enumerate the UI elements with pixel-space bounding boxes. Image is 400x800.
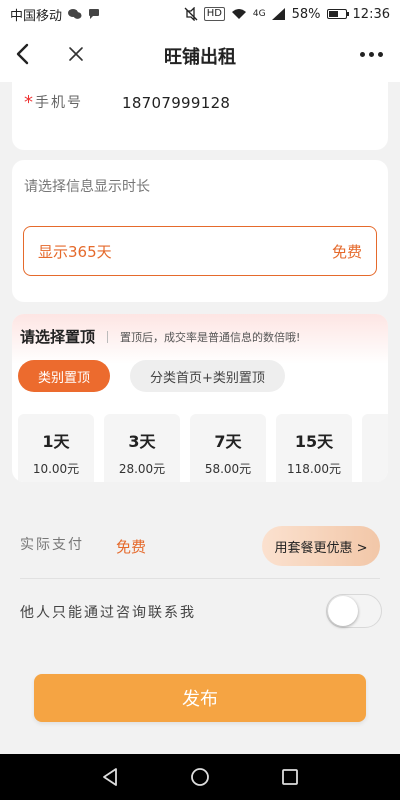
day-option-days: 1天 [42,432,70,451]
contact-only-toggle[interactable] [326,594,382,628]
system-back-icon[interactable] [98,765,122,789]
tab-category-top[interactable]: 类别置顶 [18,360,111,392]
duration-option[interactable]: 显示365天 免费 [23,226,377,276]
pin-top-card: 请选择置顶 置顶后，成交率是普通信息的数倍哦! 类别置顶 分类首页+类别置顶 1… [12,314,388,482]
day-option-price: 28.00元 [118,462,166,476]
phone-card: * 手机号 18707999128 [12,82,388,150]
duration-card: 请选择信息显示时长 显示365天 免费 [12,160,388,302]
header-divider [107,330,109,343]
carrier-name: 中国移动 [10,8,63,24]
pin-top-header: 请选择置顶 置顶后，成交率是普通信息的数倍哦! [20,326,300,347]
network-type-badge: 4G [252,9,266,19]
duration-option-label: 显示365天 [38,242,112,261]
day-option-7[interactable]: 7天 58.00元 [190,414,266,482]
contact-only-label: 他人只能通过咨询联系我 [20,605,196,621]
day-option-days: 7天 [214,432,242,451]
pin-top-subtitle: 置顶后，成交率是普通信息的数倍哦! [120,330,301,344]
page-title: 旺铺出租 [164,47,236,68]
pin-top-tabs: 类别置顶 分类首页+类别置顶 [18,360,285,392]
system-recents-icon[interactable] [278,765,302,789]
battery-icon [326,9,349,19]
day-option-days: 3 [362,428,388,447]
pin-top-title: 请选择置顶 [20,328,96,346]
day-option-price: 10.00元 [32,462,80,476]
phone-input[interactable]: 18707999128 [122,94,230,112]
battery-level [328,11,338,17]
wechat-icon [68,8,82,20]
clock: 12:36 [352,6,390,22]
hd-badge: HD [203,7,225,21]
nav-bar: 旺铺出租 [0,28,400,82]
phone-label: 手机号 [35,95,83,111]
contact-row: 他人只能通过咨询联系我 [0,590,400,634]
day-option-partial[interactable]: 3 22 [362,414,388,482]
mute-icon [184,7,198,21]
more-icon[interactable] [356,40,386,68]
duration-title: 请选择信息显示时长 [24,179,150,195]
form-content: * 手机号 18707999128 请选择信息显示时长 显示365天 免费 请选… [0,82,400,754]
payment-label: 实际支付 [20,537,84,553]
day-option-price: 118.00元 [287,462,341,476]
system-home-icon[interactable] [188,765,212,789]
day-option-3[interactable]: 3天 28.00元 [104,414,180,482]
payment-row: 实际支付 免费 用套餐更优惠 > [0,520,400,576]
status-bar: 中国移动 HD 4G 58% 12:36 [0,0,400,28]
day-option-price: 58.00元 [204,462,252,476]
battery-percent: 58% [291,6,321,22]
system-nav-bar [0,754,400,800]
day-option-15[interactable]: 15天 118.00元 [276,414,352,482]
day-option-price: 22 [362,455,388,469]
duration-option-price: 免费 [331,242,362,261]
day-option-days: 15天 [294,432,334,451]
chat-bubble-icon [88,8,100,20]
signal-icon [271,8,286,20]
wifi-icon [231,8,247,20]
tab-home-category-top[interactable]: 分类首页+类别置顶 [130,360,285,392]
publish-button[interactable]: 发布 [34,674,366,722]
package-promo-button[interactable]: 用套餐更优惠 > [262,526,380,566]
days-options: 1天 10.00元 3天 28.00元 7天 58.00元 15天 118.00… [18,414,388,482]
day-option-days: 3天 [128,432,156,451]
divider [20,578,380,579]
toggle-knob [328,596,358,626]
payment-value: 免费 [116,538,147,556]
required-mark: * [24,92,33,113]
phone-label-group: * 手机号 [24,92,83,112]
day-option-1[interactable]: 1天 10.00元 [18,414,94,482]
